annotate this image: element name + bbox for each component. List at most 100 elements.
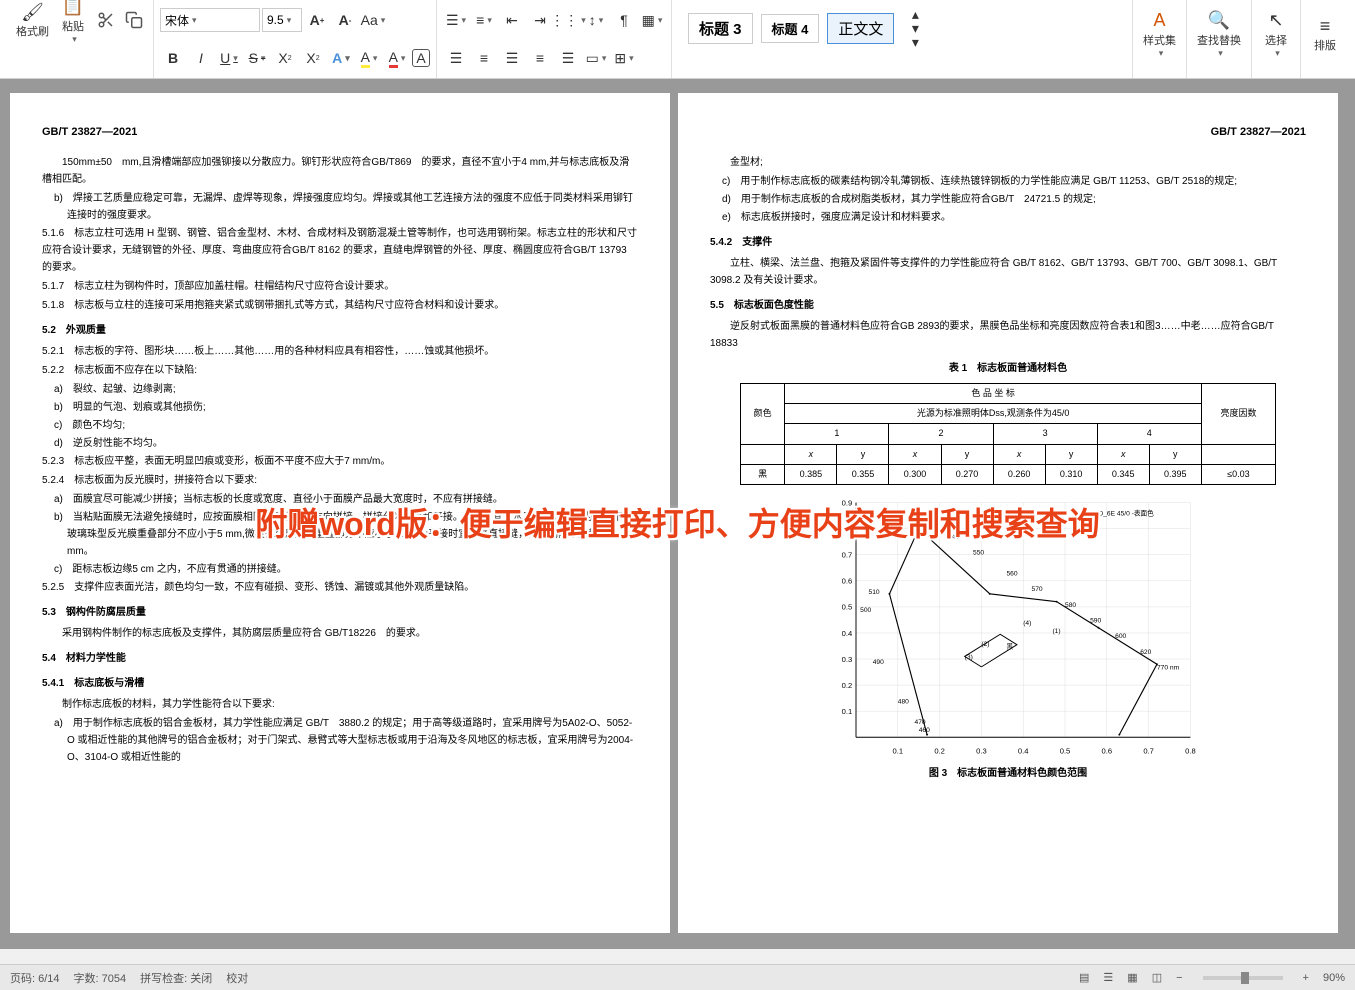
increase-font-button[interactable]: A+ <box>304 7 330 33</box>
svg-text:(3): (3) <box>965 654 973 661</box>
bullets-button[interactable]: ☰ <box>443 7 469 33</box>
view-print-button[interactable]: ▤ <box>1079 971 1089 984</box>
subscript-button[interactable]: X2 <box>300 45 326 71</box>
chromaticity-chart: 0.10.20.30.40.50.60.70.80.10.20.30.40.50… <box>818 495 1198 755</box>
svg-text:540: 540 <box>948 534 959 541</box>
font-color-button[interactable]: A <box>384 45 410 71</box>
decrease-indent-button[interactable]: ⇤ <box>499 7 525 33</box>
underline-button[interactable]: U <box>216 45 242 71</box>
numbering-button[interactable]: ≡ <box>471 7 497 33</box>
line-height-button[interactable]: ↕ <box>583 7 609 33</box>
increase-indent-button[interactable]: ⇥ <box>527 7 553 33</box>
svg-text:0.4: 0.4 <box>842 629 853 638</box>
find-replace-button[interactable]: 🔍 查找替换 <box>1193 4 1245 64</box>
bold-button[interactable]: B <box>160 45 186 71</box>
text-effect-button[interactable]: A <box>328 45 354 71</box>
show-marks-button[interactable]: ¶ <box>611 7 637 33</box>
figure-title: 图 3 标志板面普通材料色颜色范围 <box>710 765 1306 782</box>
svg-text:0.8: 0.8 <box>842 525 853 534</box>
svg-text:0.3: 0.3 <box>842 655 853 664</box>
find-label: 查找替换 <box>1197 32 1241 48</box>
align-left-button[interactable]: ☰ <box>443 45 469 71</box>
color-table: 颜色色 品 坐 标亮度因数 光源为标准照明体Dss,观测条件为45/0 1234… <box>740 383 1276 485</box>
select-button[interactable]: ↖ 选择 <box>1258 4 1294 64</box>
superscript-button[interactable]: X2 <box>272 45 298 71</box>
svg-text:0.6: 0.6 <box>842 577 853 586</box>
para-shading-button[interactable]: ▭ <box>583 45 609 71</box>
page-header: GB/T 23827—2021 <box>42 123 638 142</box>
para: 采用钢构件制作的标志底板及支撑件，其防腐层质量应符合 GB/T18226 的要求… <box>42 625 638 642</box>
page-number[interactable]: 页码: 6/14 <box>10 970 60 986</box>
strike-button[interactable]: S <box>244 45 270 71</box>
copy-button[interactable] <box>121 7 147 33</box>
status-bar: 页码: 6/14 字数: 7054 拼写检查: 关闭 校对 ▤ ☰ ▦ ◫ − … <box>0 964 1355 990</box>
zoom-thumb[interactable] <box>1241 972 1249 984</box>
borders-button[interactable]: ⊞ <box>611 45 637 71</box>
para: 5.2.2 标志板面不应存在以下缺陷: <box>42 362 638 379</box>
align-center-button[interactable]: ≡ <box>471 45 497 71</box>
view-read-button[interactable]: ◫ <box>1152 971 1162 984</box>
brush-icon: 🖌 <box>22 1 44 23</box>
list-item: e) 标志底板拼接时，强度应满足设计和材料要求。 <box>710 209 1306 226</box>
heading: 5.5 标志板面色度性能 <box>710 297 1306 314</box>
table-row: 黑0.3850.3550.3000.2700.2600.3100.3450.39… <box>740 464 1275 484</box>
spell-check[interactable]: 拼写检查: 关闭 <box>140 970 212 986</box>
para: 5.2.1 标志板的字符、图形块……板上……其他……用的各种材料应具有相容性，…… <box>42 343 638 360</box>
style-more-button[interactable]: ▾ <box>902 35 928 49</box>
style-set-button[interactable]: A 样式集 <box>1139 4 1180 64</box>
zoom-level[interactable]: 90% <box>1323 972 1345 984</box>
svg-text:0.1: 0.1 <box>842 707 853 716</box>
word-count[interactable]: 字数: 7054 <box>74 970 127 986</box>
shading-button[interactable]: ▦ <box>639 7 665 33</box>
char-border-button[interactable]: A <box>412 49 430 67</box>
list-item: a) 用于制作标志底板的铝合金板材，其力学性能应满足 GB/T 3880.2 的… <box>42 715 638 766</box>
format-painter-label: 格式刷 <box>16 23 49 39</box>
style-set-label: 样式集 <box>1143 32 1176 48</box>
highlight-button[interactable]: A <box>356 45 382 71</box>
svg-text:0.3: 0.3 <box>976 747 987 756</box>
svg-text:0.5: 0.5 <box>842 603 853 612</box>
paste-button[interactable]: 📋 粘贴 <box>55 0 91 50</box>
proofing[interactable]: 校对 <box>226 970 248 986</box>
align-right-button[interactable]: ☰ <box>499 45 525 71</box>
svg-text:600: 600 <box>1115 633 1126 640</box>
select-label: 选择 <box>1265 32 1287 48</box>
svg-text:0.7: 0.7 <box>1143 747 1154 756</box>
align-justify-button[interactable]: ≡ <box>527 45 553 71</box>
svg-text:0.9: 0.9 <box>842 499 853 508</box>
heading: 5.4 材料力学性能 <box>42 650 638 667</box>
distribute-button[interactable]: ☰ <box>555 45 581 71</box>
view-web-button[interactable]: ▦ <box>1127 971 1137 984</box>
view-outline-button[interactable]: ☰ <box>1103 971 1113 984</box>
format-painter-button[interactable]: 🖌 格式刷 <box>12 0 53 50</box>
svg-text:0.4: 0.4 <box>1018 747 1029 756</box>
zoom-out-button[interactable]: − <box>1176 972 1182 984</box>
zoom-in-button[interactable]: + <box>1303 972 1309 984</box>
para: 5.1.7 标志立柱为钢构件时，顶部应加盖柱帽。柱帽结构尺寸应符合设计要求。 <box>42 278 638 295</box>
italic-button[interactable]: I <box>188 45 214 71</box>
svg-text:770 nm: 770 nm <box>1157 665 1180 672</box>
table-title: 表 1 标志板面普通材料色 <box>710 360 1306 377</box>
sort-button[interactable]: ⋮⋮ <box>555 7 581 33</box>
style-body[interactable]: 正文文 <box>827 13 894 44</box>
clipboard-icon: 📋 <box>62 0 84 18</box>
para: 立柱、横梁、法兰盘、抱箍及紧固件等支撑件的力学性能应符合 GB/T 8162、G… <box>710 255 1306 289</box>
decrease-font-button[interactable]: A- <box>332 7 358 33</box>
style-gallery[interactable]: 标题 3 标题 4 正文文 ▴ ▾ ▾ <box>678 4 1126 52</box>
font-name-select[interactable]: 宋体 <box>160 8 260 32</box>
svg-text:590: 590 <box>1090 618 1101 625</box>
list-item: c) 用于制作标志底板的碳素结构钢冷轧薄钢板、连续热镀锌钢板的力学性能应满足 G… <box>710 173 1306 190</box>
layout-button[interactable]: ≡ 排版 <box>1307 4 1343 64</box>
style-heading3[interactable]: 标题 3 <box>688 13 753 44</box>
style-heading4[interactable]: 标题 4 <box>761 14 820 43</box>
cut-button[interactable] <box>93 7 119 33</box>
svg-text:0.5: 0.5 <box>1060 747 1071 756</box>
paste-label: 粘贴 <box>62 18 84 34</box>
font-size-select[interactable]: 9.5 <box>262 8 302 32</box>
svg-text:0.2: 0.2 <box>842 681 853 690</box>
list-item: c) 距标志板边缘5 cm 之内，不应有贯通的拼接缝。 <box>42 561 638 578</box>
zoom-slider[interactable] <box>1203 976 1283 980</box>
list-item: d) 逆反射性能不均匀。 <box>42 435 638 452</box>
svg-text:510: 510 <box>869 589 880 596</box>
change-case-button[interactable]: Aa <box>360 7 386 33</box>
